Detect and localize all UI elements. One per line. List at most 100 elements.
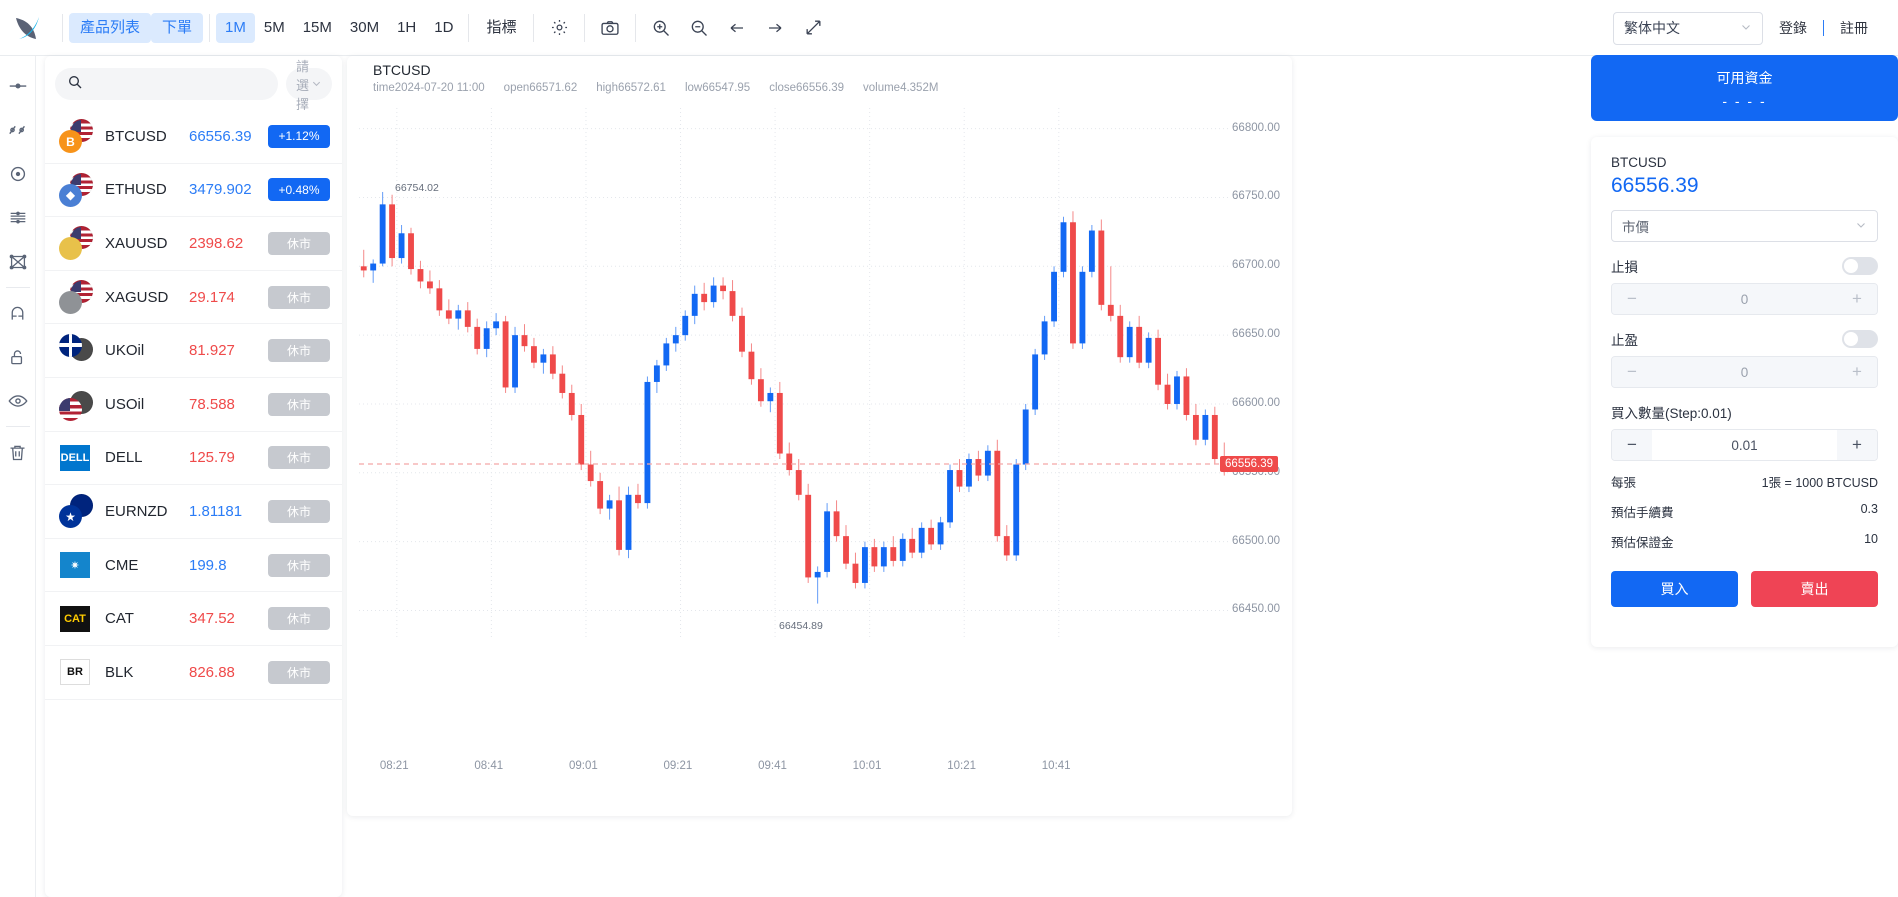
stop-loss-stepper[interactable]: − 0 +: [1611, 283, 1878, 315]
time-tick-label: 10:41: [1042, 760, 1071, 772]
indicator-button[interactable]: 指標: [475, 13, 527, 43]
category-selector[interactable]: 請選擇: [286, 68, 332, 100]
symbol-row[interactable]: CATCAT347.52休市: [45, 592, 342, 646]
available-funds-value: - - - -: [1722, 93, 1766, 109]
arrow-right-icon[interactable]: [756, 9, 794, 47]
candle-body: [796, 470, 802, 495]
stop-loss-increment[interactable]: +: [1837, 284, 1877, 314]
time-tick-label: 10:01: [853, 760, 882, 772]
register-link[interactable]: 註冊: [1824, 18, 1884, 38]
symbol-row[interactable]: XAUUSD2398.62休市: [45, 217, 342, 271]
symbol-row[interactable]: XAGUSD29.174休市: [45, 271, 342, 325]
zoom-out-icon[interactable]: [680, 9, 718, 47]
timeframe-5m[interactable]: 5M: [255, 13, 294, 43]
magnet-icon[interactable]: [2, 291, 34, 335]
candlestick-plot[interactable]: [359, 108, 1229, 638]
unlock-icon[interactable]: [2, 335, 34, 379]
candle-body: [484, 328, 490, 349]
candle-body: [853, 564, 859, 583]
nav-product-list[interactable]: 產品列表: [69, 13, 151, 43]
timeframe-1d[interactable]: 1D: [425, 13, 462, 43]
blk-logo-icon: BR: [59, 655, 93, 689]
quantity-decrement[interactable]: −: [1612, 430, 1652, 460]
take-profit-row: 止盈: [1611, 329, 1878, 349]
candle-body: [919, 528, 925, 553]
symbol-row[interactable]: ✷CME199.8休市: [45, 539, 342, 593]
crosshair-line-icon[interactable]: [2, 64, 34, 108]
arrow-left-icon[interactable]: [718, 9, 756, 47]
timeframe-30m[interactable]: 30M: [341, 13, 388, 43]
buy-button[interactable]: 買入: [1611, 571, 1738, 607]
take-profit-toggle[interactable]: [1842, 330, 1878, 348]
uk-oil-icon: [59, 334, 93, 368]
quantity-row: 買入數量(Step:0.01): [1611, 402, 1878, 422]
symbol-price: 78.588: [189, 396, 268, 413]
polygon-icon[interactable]: [2, 240, 34, 284]
eye-icon[interactable]: [2, 379, 34, 423]
trading-app: 產品列表 下單 1M 5M 15M 30M 1H 1D 指標: [0, 0, 1898, 897]
language-selector[interactable]: 繁体中文: [1613, 12, 1763, 45]
stop-loss-toggle[interactable]: [1842, 257, 1878, 275]
timeframe-1h[interactable]: 1H: [388, 13, 425, 43]
camera-icon[interactable]: [591, 9, 629, 47]
candle-body: [408, 233, 414, 269]
candle-body: [1202, 415, 1208, 440]
candle-body: [843, 536, 849, 564]
symbol-row[interactable]: ★EURNZD1.81181休市: [45, 485, 342, 539]
circle-target-icon[interactable]: [2, 152, 34, 196]
symbol-price: 1.81181: [189, 503, 268, 520]
candle-body: [370, 264, 376, 271]
top-toolbar: 產品列表 下單 1M 5M 15M 30M 1H 1D 指標: [0, 0, 1898, 56]
search-input-wrapper[interactable]: [55, 68, 278, 100]
stop-loss-decrement[interactable]: −: [1612, 284, 1652, 314]
trend-line-icon[interactable]: [2, 108, 34, 152]
symbol-row[interactable]: ◆ETHUSD3479.902+0.48%: [45, 164, 342, 218]
toolbar-divider: [62, 14, 63, 42]
candle-body: [559, 374, 565, 393]
sell-button[interactable]: 賣出: [1751, 571, 1878, 607]
candle-body: [361, 266, 367, 270]
symbol-price: 199.8: [189, 557, 268, 574]
timeframe-15m[interactable]: 15M: [294, 13, 341, 43]
candle-body: [1079, 272, 1085, 344]
quantity-stepper[interactable]: − 0.01 +: [1611, 429, 1878, 461]
symbol-row[interactable]: BRBLK826.88休市: [45, 646, 342, 700]
take-profit-increment[interactable]: +: [1837, 357, 1877, 387]
candle-body: [682, 316, 688, 335]
timeframe-1m[interactable]: 1M: [216, 13, 255, 43]
horizontal-lines-icon[interactable]: [2, 196, 34, 240]
chart-panel[interactable]: BTCUSD time2024-07-20 11:00 open66571.62…: [347, 56, 1292, 816]
nav-place-order[interactable]: 下單: [151, 13, 203, 43]
take-profit-decrement[interactable]: −: [1612, 357, 1652, 387]
order-type-select[interactable]: 市價: [1611, 210, 1878, 242]
candle-body: [1042, 321, 1048, 354]
candle-body: [578, 415, 584, 465]
symbol-name: BTCUSD: [105, 128, 189, 145]
symbol-status-badge: +0.48%: [268, 178, 330, 201]
take-profit-stepper[interactable]: − 0 +: [1611, 356, 1878, 388]
take-profit-value[interactable]: 0: [1652, 365, 1837, 380]
price-axis: 66800.0066750.0066700.0066650.0066600.00…: [1218, 108, 1280, 688]
stop-loss-value[interactable]: 0: [1652, 292, 1837, 307]
symbol-status-badge: +1.12%: [268, 125, 330, 148]
chart-symbol-title: BTCUSD: [373, 62, 431, 78]
symbol-list-panel: 請選擇 BBTCUSD66556.39+1.12%◆ETHUSD3479.902…: [45, 56, 342, 897]
expand-icon[interactable]: [794, 9, 832, 47]
symbol-name: CAT: [105, 610, 189, 627]
zoom-in-icon[interactable]: [642, 9, 680, 47]
quantity-value[interactable]: 0.01: [1652, 438, 1837, 453]
app-logo-icon[interactable]: [0, 0, 56, 56]
symbol-row[interactable]: BBTCUSD66556.39+1.12%: [45, 110, 342, 164]
symbol-price: 125.79: [189, 449, 268, 466]
candle-body: [436, 288, 442, 310]
login-link[interactable]: 登錄: [1763, 18, 1823, 38]
last-price-badge: 66556.39: [1220, 456, 1278, 472]
quantity-increment[interactable]: +: [1837, 430, 1877, 460]
search-input[interactable]: [90, 77, 266, 92]
gear-icon[interactable]: [540, 9, 578, 47]
symbol-row[interactable]: USOil78.588休市: [45, 378, 342, 432]
trash-icon[interactable]: [2, 430, 34, 474]
symbol-row[interactable]: UKOil81.927休市: [45, 324, 342, 378]
symbol-row[interactable]: DELLDELL125.79休市: [45, 432, 342, 486]
candle-body: [455, 310, 461, 318]
